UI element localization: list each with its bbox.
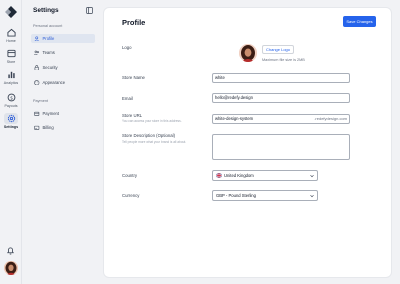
sidebar-item-payment[interactable]: Payment [31,109,95,118]
icon-rail: Home Store Analytics $ Payouts Settings [0,0,22,284]
app-logo-icon[interactable] [5,6,17,18]
currency-value: GBP - Pound Sterling [216,192,256,198]
currency-select[interactable]: GBP - Pound Sterling [212,190,318,201]
collapse-sidebar-icon[interactable] [86,7,93,14]
section-payment: Payment [33,99,48,103]
rail-label-home: Home [6,39,16,43]
store-url-label: Store URL [122,113,143,118]
store-icon [6,49,16,58]
uk-flag-icon [216,173,222,178]
bell-icon[interactable] [6,246,15,255]
sidebar-item-label: Security [42,65,58,70]
lock-icon [34,65,39,71]
store-name-value: white [215,75,225,80]
rail-item-store[interactable]: Store [0,48,22,64]
payouts-icon: $ [7,93,15,102]
store-url-input[interactable]: white-design-system .redefydesign.com [212,114,350,124]
save-changes-button[interactable]: Save Changes [343,16,376,27]
gear-icon [7,114,15,123]
change-logo-button[interactable]: Change Logo [262,45,294,54]
email-field[interactable]: hello@redefy.design [212,93,350,103]
logo-size-note: Maximum file size is 2MB [262,58,305,62]
rail-item-home[interactable]: Home [0,27,22,43]
store-url-hint: You can access your store in this addres… [122,119,182,123]
rail-label-store: Store [6,60,16,64]
sidebar-item-label: Teams [42,50,55,55]
logo-label: Logo [122,45,132,50]
rail-item-payouts[interactable]: $ Payouts [0,92,22,108]
country-select[interactable]: United Kingdom [212,170,318,181]
description-hint: Tell people more what your brand is all … [122,140,187,144]
sidebar-item-label: Profile [42,36,55,41]
sidebar-title: Settings [33,7,59,14]
palette-icon [34,79,40,86]
team-icon [34,50,39,55]
currency-label: Currency [122,193,140,198]
email-label: Email [122,96,133,101]
analytics-icon [7,71,15,79]
rail-label-settings: Settings [3,125,19,129]
country-value: United Kingdom [224,172,254,178]
sidebar-item-label: Appearance [42,80,66,85]
logo-portrait [239,44,257,62]
profile-card: Profile Save Changes Logo Change Logo Ma… [103,7,392,278]
store-name-label: Store Name [122,75,145,80]
sidebar-item-appearance[interactable]: Appearance [31,78,95,87]
user-icon [34,36,39,42]
email-value: hello@redefy.design [215,95,253,100]
sidebar-item-label: Payment [42,111,60,116]
sidebar-item-profile[interactable]: Profile [31,34,95,43]
wallet-icon [34,111,40,116]
avatar-portrait [4,261,18,275]
description-label: Store Description (Optional) [122,133,176,138]
chevron-down-icon [310,174,314,178]
billing-icon [34,125,40,130]
sidebar-item-label: Billing [42,125,54,130]
rail-item-settings[interactable]: Settings [0,113,22,129]
svg-text:$: $ [10,95,13,101]
store-name-input[interactable]: white [212,73,350,83]
store-url-suffix: .redefydesign.com [314,116,347,121]
store-url-value: white-design-system [215,116,254,121]
home-icon [6,28,16,37]
country-label: Country [122,173,138,178]
rail-label-analytics: Analytics [3,81,19,85]
sidebar-item-billing[interactable]: Billing [31,123,95,132]
sidebar-item-security[interactable]: Security [31,63,95,72]
page-title: Profile [122,18,146,27]
settings-sidebar: Settings Personal account Profile Teams … [27,0,99,284]
section-personal-account: Personal account [33,24,63,28]
chevron-down-icon [310,194,314,198]
rail-label-payouts: Payouts [4,104,18,108]
description-textarea[interactable] [212,134,350,160]
sidebar-item-teams[interactable]: Teams [31,48,95,57]
store-logo-avatar [239,44,257,62]
user-avatar[interactable] [4,261,18,275]
rail-item-analytics[interactable]: Analytics [0,69,22,85]
